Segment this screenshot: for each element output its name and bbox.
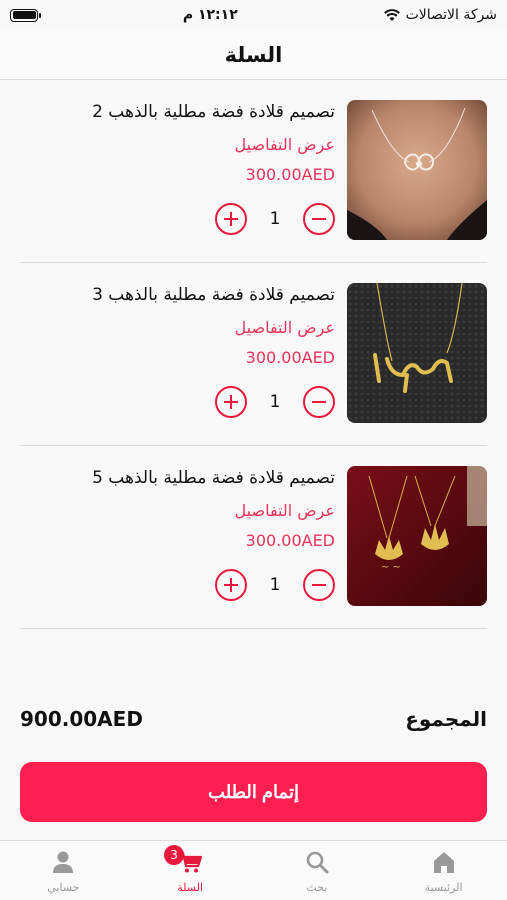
carrier-name: شركة الاتصالات	[405, 7, 497, 23]
cart-item: تصميم قلادة فضة مطلية بالذهب 3 عرض التفا…	[20, 263, 487, 446]
tab-label: بحث	[306, 881, 328, 894]
person-icon	[53, 851, 74, 873]
order-total: 900.00AED المجموع	[20, 703, 487, 735]
increase-quantity-button[interactable]	[215, 203, 247, 235]
total-amount: 900.00AED	[20, 707, 143, 731]
necklace-name-photo	[347, 283, 487, 423]
item-price: 300.00AED	[245, 165, 335, 184]
cart-count-badge: 3	[164, 845, 185, 865]
decrease-quantity-button[interactable]	[303, 203, 335, 235]
increase-quantity-button[interactable]	[215, 569, 247, 601]
decrease-quantity-button[interactable]	[303, 569, 335, 601]
battery-icon	[10, 8, 41, 22]
item-info: تصميم قلادة فضة مطلية بالذهب 3 عرض التفا…	[20, 283, 335, 369]
quantity-value: 1	[269, 392, 281, 412]
tab-search[interactable]: بحث	[254, 841, 381, 900]
tab-bar: حسابي 3 السلة بحث الرئيسية	[0, 840, 507, 900]
tab-label: حسابي	[47, 881, 80, 894]
item-price: 300.00AED	[245, 531, 335, 550]
navigation-bar: السلة	[0, 30, 507, 80]
item-name: تصميم قلادة فضة مطلية بالذهب 3	[92, 285, 335, 305]
quantity-stepper: 1	[215, 202, 335, 236]
item-price: 300.00AED	[245, 348, 335, 367]
product-image[interactable]: ~ ~	[347, 466, 487, 606]
product-image[interactable]	[347, 100, 487, 240]
tab-home[interactable]: الرئيسية	[380, 841, 507, 900]
quantity-stepper: 1	[215, 568, 335, 602]
necklace-infinity-photo	[347, 100, 487, 240]
carrier-info: شركة الاتصالات	[383, 7, 497, 23]
decrease-quantity-button[interactable]	[303, 386, 335, 418]
search-icon	[306, 851, 329, 874]
item-info: تصميم قلادة فضة مطلية بالذهب 5 عرض التفا…	[20, 466, 335, 552]
quantity-value: 1	[269, 209, 281, 229]
tab-account[interactable]: حسابي	[0, 841, 127, 900]
tab-cart[interactable]: 3 السلة	[127, 841, 254, 900]
tab-label: السلة	[177, 881, 203, 894]
item-name: تصميم قلادة فضة مطلية بالذهب 2	[92, 102, 335, 122]
status-bar: ١٢:١٢ م شركة الاتصالات	[0, 0, 507, 30]
item-name: تصميم قلادة فضة مطلية بالذهب 5	[92, 468, 335, 488]
cart-list: تصميم قلادة فضة مطلية بالذهب 2 عرض التفا…	[0, 80, 507, 629]
increase-quantity-button[interactable]	[215, 386, 247, 418]
tab-label: الرئيسية	[424, 881, 463, 894]
svg-text:~ ~: ~ ~	[381, 562, 401, 573]
status-time: ١٢:١٢ م	[182, 7, 238, 23]
home-icon	[433, 852, 454, 873]
view-details-link[interactable]: عرض التفاصيل	[20, 500, 335, 522]
product-image[interactable]	[347, 283, 487, 423]
page-title: السلة	[224, 42, 283, 67]
cart-item: تصميم قلادة فضة مطلية بالذهب 2 عرض التفا…	[20, 80, 487, 263]
necklace-crowns-photo: ~ ~	[347, 466, 487, 606]
total-label: المجموع	[405, 707, 487, 731]
item-info: تصميم قلادة فضة مطلية بالذهب 2 عرض التفا…	[20, 100, 335, 186]
checkout-button[interactable]: إتمام الطلب	[20, 762, 487, 822]
view-details-link[interactable]: عرض التفاصيل	[20, 317, 335, 339]
quantity-value: 1	[269, 575, 281, 595]
quantity-stepper: 1	[215, 385, 335, 419]
view-details-link[interactable]: عرض التفاصيل	[20, 134, 335, 156]
cart-item: ~ ~ تصميم قلادة فضة مطلية بالذهب 5 عرض ا…	[20, 446, 487, 629]
wifi-icon	[383, 9, 400, 21]
